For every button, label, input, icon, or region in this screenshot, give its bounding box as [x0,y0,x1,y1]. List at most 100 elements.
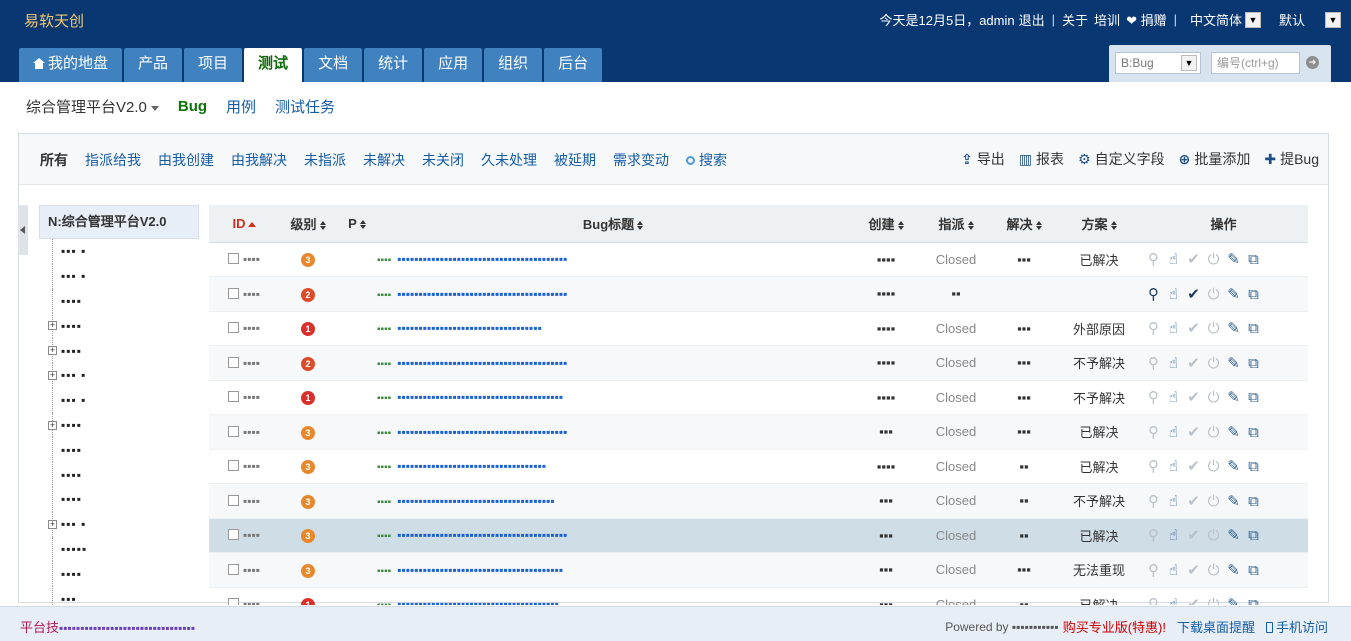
resolve-icon[interactable]: ✔ [1185,388,1202,406]
confirm-icon[interactable]: ⚲ [1145,285,1162,303]
export-button[interactable]: ⇪ 导出 [961,149,1005,169]
product-switcher[interactable]: 综合管理平台V2.0 [26,96,159,117]
copy-icon[interactable]: ⧉ [1245,286,1262,303]
confirm-icon[interactable]: ⚲ [1145,457,1162,475]
close-icon[interactable]: ⏻ [1205,389,1222,406]
nav-company[interactable]: 组织 [484,48,543,82]
filter-need-confirm[interactable]: 需求变动 [613,150,669,170]
nav-qa[interactable]: 测试 [244,48,303,82]
cell-title[interactable]: ▪▪▪▪▪▪▪▪▪▪▪▪▪▪▪▪▪▪▪▪▪▪▪▪▪▪▪▪▪▪▪▪▪▪▪▪▪▪▪▪… [377,380,849,415]
nav-report[interactable]: 统计 [364,48,423,82]
copy-icon[interactable]: ⧉ [1245,493,1262,510]
copy-icon[interactable]: ⧉ [1245,596,1262,605]
tree-item[interactable]: + ▪▪▪▪ [39,313,199,339]
assign-icon[interactable]: ☝ [1165,492,1182,510]
copy-icon[interactable]: ⧉ [1245,424,1262,441]
checkbox[interactable] [227,563,239,575]
cell-title[interactable]: ▪▪▪▪▪▪▪▪▪▪▪▪▪▪▪▪▪▪▪▪▪▪▪▪▪▪▪▪▪▪▪▪▪▪▪▪▪▪▪▪… [377,552,849,588]
edit-icon[interactable]: ✎ [1225,319,1242,337]
cell-title[interactable]: ▪▪▪▪▪▪▪▪▪▪▪▪▪▪▪▪▪▪▪▪▪▪▪▪▪▪▪▪▪▪▪▪▪▪▪▪▪▪▪▪… [377,483,849,519]
resolve-icon[interactable]: ✔ [1185,423,1202,441]
cell-id[interactable]: ▪▪▪▪ [209,518,279,553]
filter-unclosed[interactable]: 未关闭 [422,150,464,170]
confirm-icon[interactable]: ⚲ [1145,561,1162,579]
search-input[interactable]: 编号(ctrl+g) [1211,52,1300,74]
tree-item[interactable]: + ▪▪▪ ▪ [39,362,199,388]
sidebar-collapse-handle[interactable] [18,205,28,255]
cell-title[interactable]: ▪▪▪▪▪▪▪▪▪▪▪▪▪▪▪▪▪▪▪▪▪▪▪▪▪▪▪▪▪▪▪▪▪▪▪▪▪▪▪▪… [377,276,849,312]
assign-icon[interactable]: ☝ [1165,423,1182,441]
confirm-icon[interactable]: ⚲ [1145,319,1162,337]
tree-item[interactable]: ▪▪▪▪ [39,462,199,487]
confirm-icon[interactable]: ⚲ [1145,250,1162,268]
checkbox[interactable] [227,322,239,334]
tree-title[interactable]: N:综合管理平台V2.0 [39,205,199,239]
about-link[interactable]: 关于 [1062,10,1088,29]
col-severity[interactable]: 级别 [279,205,337,243]
expand-icon[interactable]: + [48,519,57,529]
nav-app[interactable]: 应用 [424,48,483,82]
copy-icon[interactable]: ⧉ [1245,389,1262,406]
col-title[interactable]: Bug标题 [377,205,849,243]
close-icon[interactable]: ⏻ [1205,355,1222,372]
cell-id[interactable]: ▪▪▪▪ [209,587,279,605]
resolve-icon[interactable]: ✔ [1185,285,1202,303]
tree-item[interactable]: + ▪▪▪▪ [39,338,199,363]
edit-icon[interactable]: ✎ [1225,595,1242,605]
language-select[interactable]: 中文简体 ▼ [1190,10,1261,29]
table-row[interactable]: ▪▪▪▪ 3 ▪▪▪▪ ▪▪▪▪▪▪▪▪▪▪▪▪▪▪▪▪▪▪▪▪▪▪▪▪▪▪▪▪▪▪▪… [209,518,1308,553]
col-assigned[interactable]: 指派 [923,205,989,243]
col-pri[interactable]: P [337,205,377,243]
search-type-select[interactable]: B:Bug ▼ [1115,52,1201,74]
close-icon[interactable]: ⏻ [1205,320,1222,337]
checkbox[interactable] [227,425,239,437]
report-button[interactable]: ▥ 报表 [1019,149,1064,169]
assign-icon[interactable]: ☝ [1165,457,1182,475]
cell-title[interactable]: ▪▪▪▪ ▪▪▪▪▪▪▪▪▪▪▪▪▪▪▪▪▪▪▪▪▪▪▪▪▪▪▪▪▪▪▪▪▪▪▪ [377,449,849,484]
table-row[interactable]: ▪▪▪▪ 3 ▪▪▪▪ ▪▪▪▪▪▪▪▪▪▪▪▪▪▪▪▪▪▪▪▪▪▪▪▪▪▪▪▪▪▪▪… [209,483,1308,519]
nav-doc[interactable]: 文档 [304,48,363,82]
edit-icon[interactable]: ✎ [1225,457,1242,475]
edit-icon[interactable]: ✎ [1225,492,1242,510]
theme-select[interactable]: 默认 ▼ [1279,10,1341,29]
edit-icon[interactable]: ✎ [1225,388,1242,406]
table-row[interactable]: ▪▪▪▪ 3 ▪▪▪▪ ▪▪▪▪▪▪▪▪▪▪▪▪▪▪▪▪▪▪▪▪▪▪▪▪▪▪▪▪▪▪▪… [209,242,1308,277]
cell-id[interactable]: ▪▪▪▪ [209,483,279,519]
cell-id[interactable]: ▪▪▪▪ [209,414,279,450]
close-icon[interactable]: ⏻ [1205,562,1222,579]
edit-icon[interactable]: ✎ [1225,250,1242,268]
assign-icon[interactable]: ☝ [1165,388,1182,406]
resolve-icon[interactable]: ✔ [1185,561,1202,579]
filter-all[interactable]: 所有 [40,150,68,170]
checkbox[interactable] [227,494,239,506]
checkbox[interactable] [227,529,239,541]
confirm-icon[interactable]: ⚲ [1145,492,1162,510]
checkbox[interactable] [227,287,239,299]
assign-icon[interactable]: ☝ [1165,561,1182,579]
tree-item[interactable]: + ▪▪▪ ▪ [39,511,199,537]
checkbox[interactable] [227,391,239,403]
powered-by[interactable]: Powered by ▪▪▪▪▪▪▪▪▪▪▪ [945,620,1059,634]
training-link[interactable]: 培训 [1094,10,1120,29]
cell-id[interactable]: ▪▪▪▪ [209,242,279,277]
nav-project[interactable]: 项目 [184,48,243,82]
assign-icon[interactable]: ☝ [1165,595,1182,605]
tree-item[interactable]: ▪▪▪ ▪ [39,387,199,413]
resolve-icon[interactable]: ✔ [1185,595,1202,605]
col-opened[interactable]: 创建 [849,205,923,243]
filter-assigned-to-me[interactable]: 指派给我 [85,150,141,170]
cell-title[interactable]: ▪▪▪▪▪▪▪▪▪▪▪▪▪▪▪▪▪▪▪▪▪▪▪▪▪▪▪▪▪▪▪▪▪▪▪▪▪▪▪▪… [377,587,849,605]
subnav-case[interactable]: 用例 [226,96,256,117]
cell-id[interactable]: ▪▪▪▪ [209,276,279,312]
edit-icon[interactable]: ✎ [1225,561,1242,579]
subnav-bug[interactable]: Bug [178,98,207,115]
assign-icon[interactable]: ☝ [1165,250,1182,268]
donate-link[interactable]: ❤ 捐赠 [1126,10,1167,29]
copy-icon[interactable]: ⧉ [1245,562,1262,579]
create-bug-button[interactable]: ✚ 提Bug [1264,149,1319,169]
assign-icon[interactable]: ☝ [1165,526,1182,544]
close-icon[interactable]: ⏻ [1205,424,1222,441]
filter-unassigned[interactable]: 未指派 [304,150,346,170]
edit-icon[interactable]: ✎ [1225,285,1242,303]
col-id[interactable]: ID [209,205,279,243]
